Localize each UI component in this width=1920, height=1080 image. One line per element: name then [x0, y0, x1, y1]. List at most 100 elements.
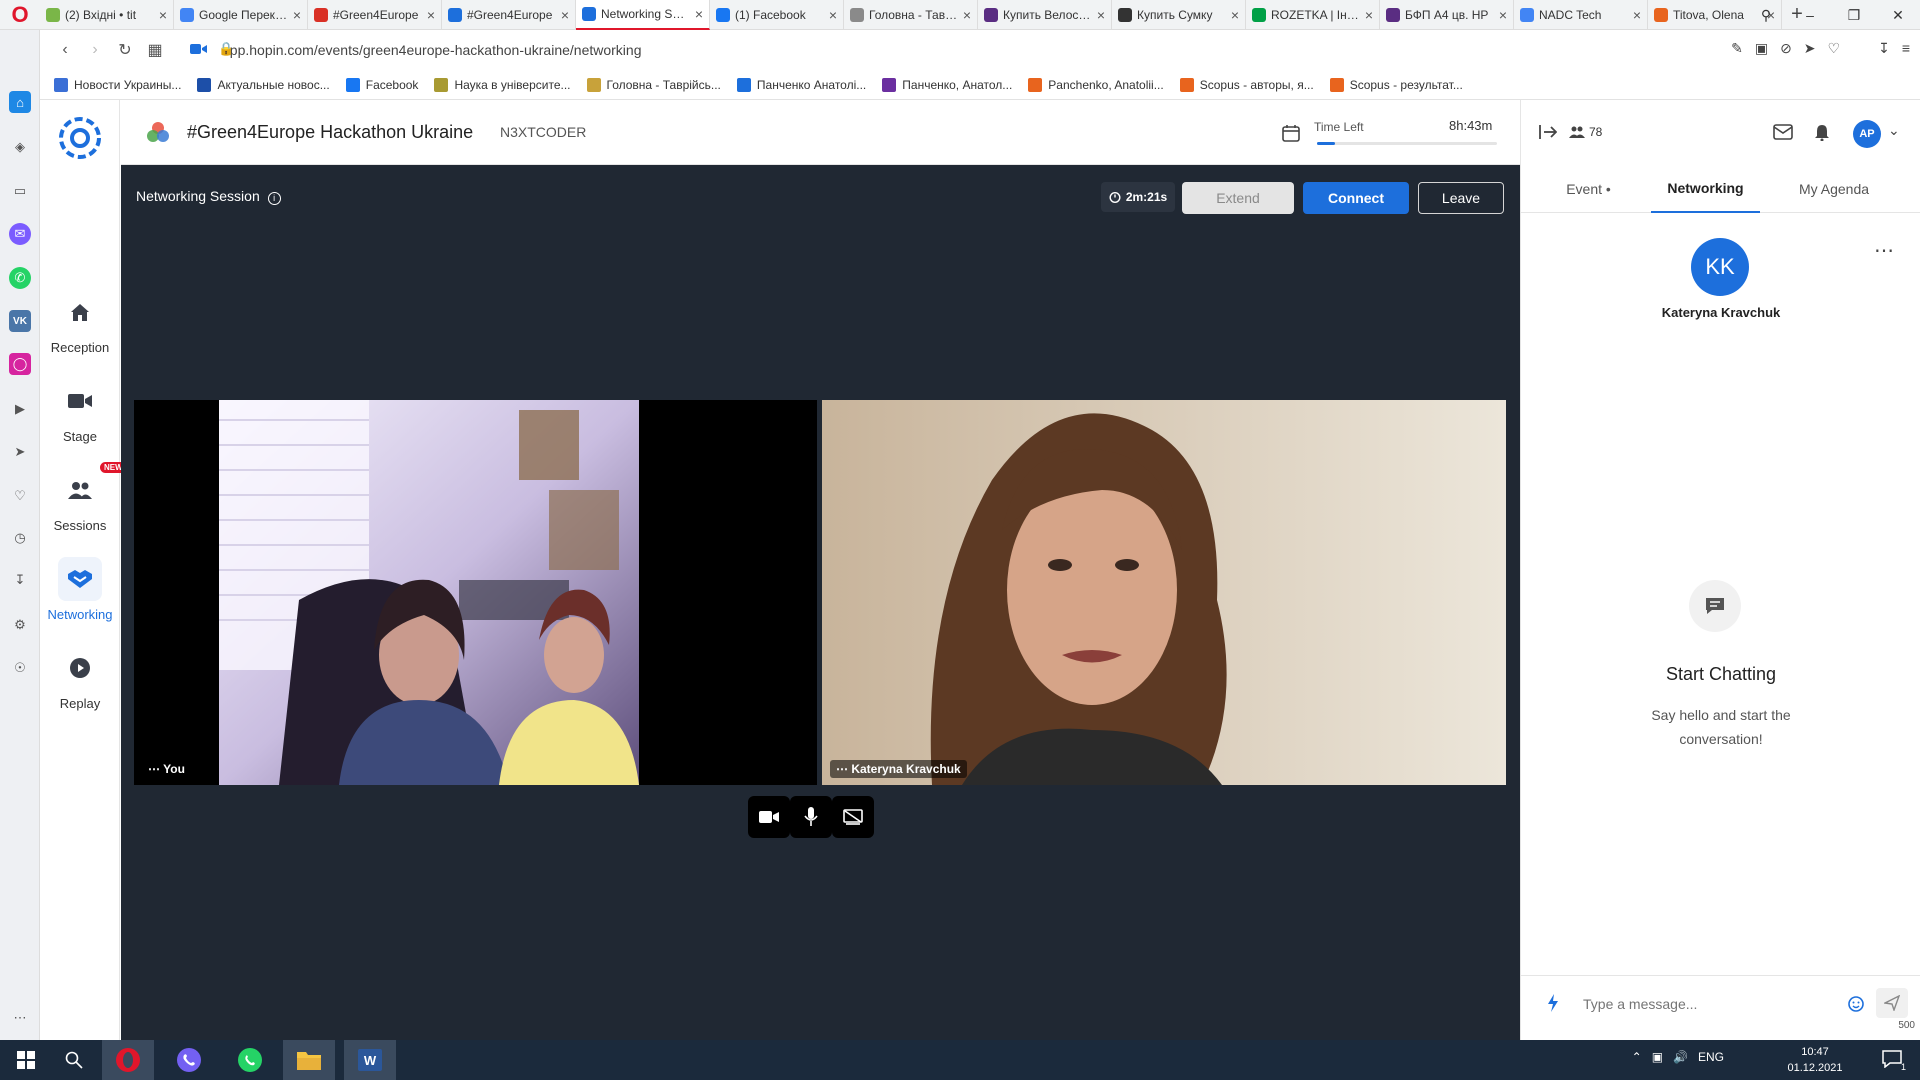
- partner-video-tile[interactable]: ⋯ Kateryna Kravchuk: [822, 400, 1506, 785]
- heart-icon[interactable]: ♡: [1828, 40, 1841, 57]
- player-icon[interactable]: ▶: [9, 398, 31, 420]
- settings-icon[interactable]: ⚙: [9, 614, 31, 636]
- word-taskbar-icon[interactable]: W: [344, 1040, 396, 1080]
- opera-menu-icon[interactable]: O: [0, 0, 40, 30]
- bookmark-item[interactable]: Панченко Анатолі...: [736, 77, 866, 92]
- more-options-icon[interactable]: ⋯: [1874, 238, 1894, 263]
- rich-hints-icon[interactable]: ◈: [9, 136, 31, 158]
- tab-close-icon[interactable]: ×: [427, 7, 435, 23]
- nav-reception[interactable]: Reception: [40, 290, 120, 355]
- hopin-logo-icon[interactable]: [58, 116, 102, 160]
- downloads-icon[interactable]: ↧: [9, 569, 31, 591]
- instagram-icon[interactable]: ◯: [9, 353, 31, 375]
- windows-start-icon[interactable]: [0, 1040, 52, 1080]
- tab-close-icon[interactable]: ×: [1365, 7, 1373, 23]
- file-explorer-taskbar-icon[interactable]: [283, 1040, 335, 1080]
- more-icon[interactable]: ⋯: [9, 1007, 31, 1029]
- event-organizer[interactable]: N3XTCODER: [500, 124, 586, 140]
- tab-close-icon[interactable]: ×: [829, 7, 837, 23]
- reload-icon[interactable]: ↻: [110, 40, 140, 60]
- tab-my-agenda[interactable]: My Agenda: [1760, 165, 1908, 213]
- restore-icon[interactable]: ❐: [1832, 7, 1876, 24]
- bookmark-item[interactable]: Головна - Таврійсь...: [586, 77, 721, 92]
- vk-icon[interactable]: VK: [9, 310, 31, 332]
- messenger-icon[interactable]: ✉: [9, 223, 31, 245]
- browser-tab[interactable]: Купить Сумку ×: [1112, 0, 1246, 30]
- bookmark-item[interactable]: Facebook: [345, 77, 418, 92]
- camera-toggle-button[interactable]: [748, 796, 790, 838]
- tab-close-icon[interactable]: ×: [1097, 7, 1105, 23]
- history-icon[interactable]: ◷: [9, 527, 31, 549]
- attendees-icon[interactable]: [1569, 126, 1585, 138]
- extend-button[interactable]: Extend: [1182, 182, 1294, 214]
- url-field[interactable]: app.hopin.com/events/green4europe-hackat…: [222, 42, 642, 58]
- search-icon[interactable]: [48, 1040, 100, 1080]
- camera-icon[interactable]: ▣: [1755, 40, 1768, 57]
- info-icon[interactable]: i: [267, 192, 281, 205]
- whatsapp-icon[interactable]: ✆: [9, 267, 31, 289]
- leave-button[interactable]: Leave: [1418, 182, 1504, 214]
- back-icon[interactable]: ‹: [50, 41, 80, 59]
- nav-networking[interactable]: Networking: [40, 557, 120, 622]
- browser-tab[interactable]: БФП А4 цв. HP ×: [1380, 0, 1514, 30]
- partner-avatar[interactable]: KK: [1691, 238, 1749, 296]
- language-indicator[interactable]: ENG: [1698, 1050, 1724, 1064]
- browser-tab[interactable]: #Green4Europe ×: [308, 0, 442, 30]
- browser-tab[interactable]: Google Переклад ×: [174, 0, 308, 30]
- self-video-tile[interactable]: ⋯ You: [134, 400, 817, 785]
- browser-tab[interactable]: #Green4Europe ×: [442, 0, 576, 30]
- download-icon[interactable]: ↧: [1878, 40, 1890, 57]
- forward-icon[interactable]: ›: [80, 41, 110, 59]
- bookmark-item[interactable]: Panchenko, Anatolii...: [1028, 77, 1164, 92]
- browser-tab[interactable]: NADC Tech ×: [1514, 0, 1648, 30]
- tab-event[interactable]: Event •: [1521, 165, 1656, 213]
- tab-close-icon[interactable]: ×: [1499, 7, 1507, 23]
- microphone-toggle-button[interactable]: [790, 796, 832, 838]
- tips-icon[interactable]: ☉: [9, 657, 31, 679]
- browser-tab[interactable]: ROZETKA | Інтернет ×: [1246, 0, 1380, 30]
- adblock-icon[interactable]: ⊘: [1780, 40, 1792, 57]
- tab-close-icon[interactable]: ×: [293, 7, 301, 23]
- network-icon[interactable]: ▣: [1652, 1050, 1663, 1064]
- wallet-icon[interactable]: ▭: [9, 180, 31, 202]
- browser-tab[interactable]: (2) Вхідні • tit ×: [40, 0, 174, 30]
- send-icon[interactable]: ➤: [1804, 40, 1816, 57]
- collapse-panel-icon[interactable]: [1539, 124, 1557, 140]
- volume-icon[interactable]: 🔊: [1673, 1050, 1688, 1064]
- lock-icon[interactable]: 🔒: [218, 41, 234, 57]
- tab-networking[interactable]: Networking: [1651, 165, 1760, 213]
- opera-taskbar-icon[interactable]: [102, 1040, 154, 1080]
- user-avatar[interactable]: AP: [1853, 120, 1881, 148]
- browser-tab[interactable]: Купить Велосипед ×: [978, 0, 1112, 30]
- nav-stage[interactable]: Stage: [40, 379, 120, 444]
- browser-tab[interactable]: (1) Facebook ×: [710, 0, 844, 30]
- tab-close-icon[interactable]: ×: [963, 7, 971, 23]
- more-icon[interactable]: ⋯: [148, 762, 160, 776]
- calendar-icon[interactable]: [1282, 124, 1300, 142]
- flow-icon[interactable]: ➤: [9, 441, 31, 463]
- close-window-icon[interactable]: ✕: [1876, 7, 1920, 24]
- chevron-up-icon[interactable]: ⌃: [1632, 1050, 1642, 1064]
- bell-icon[interactable]: [1814, 123, 1830, 141]
- connect-button[interactable]: Connect: [1303, 182, 1409, 214]
- bookmark-item[interactable]: Актуальные новос...: [197, 77, 330, 92]
- bookmarks-heart-icon[interactable]: ♡: [9, 485, 31, 507]
- bookmark-item[interactable]: Наука в університе...: [434, 77, 571, 92]
- home-icon[interactable]: ⌂: [9, 91, 31, 113]
- nav-replay[interactable]: Replay: [40, 646, 120, 711]
- clock[interactable]: 10:47 01.12.2021: [1770, 1044, 1860, 1076]
- browser-tab[interactable]: Networking Session ×: [576, 0, 710, 30]
- search-tabs-icon[interactable]: ⚲: [1744, 7, 1788, 24]
- nav-sessions[interactable]: NEW Sessions: [40, 462, 127, 533]
- minimize-icon[interactable]: –: [1788, 7, 1832, 23]
- whatsapp-taskbar-icon[interactable]: [224, 1040, 276, 1080]
- tab-close-icon[interactable]: ×: [1633, 7, 1641, 23]
- viber-taskbar-icon[interactable]: [163, 1040, 215, 1080]
- screen-share-button[interactable]: [832, 796, 874, 838]
- speed-dial-icon[interactable]: ▦: [140, 40, 170, 60]
- snapshot-icon[interactable]: ✎: [1731, 40, 1743, 57]
- tab-close-icon[interactable]: ×: [159, 7, 167, 23]
- lightning-icon[interactable]: [1547, 994, 1559, 1012]
- camera-in-use-icon[interactable]: [190, 42, 208, 61]
- bookmark-item[interactable]: Scopus - результат...: [1329, 77, 1463, 92]
